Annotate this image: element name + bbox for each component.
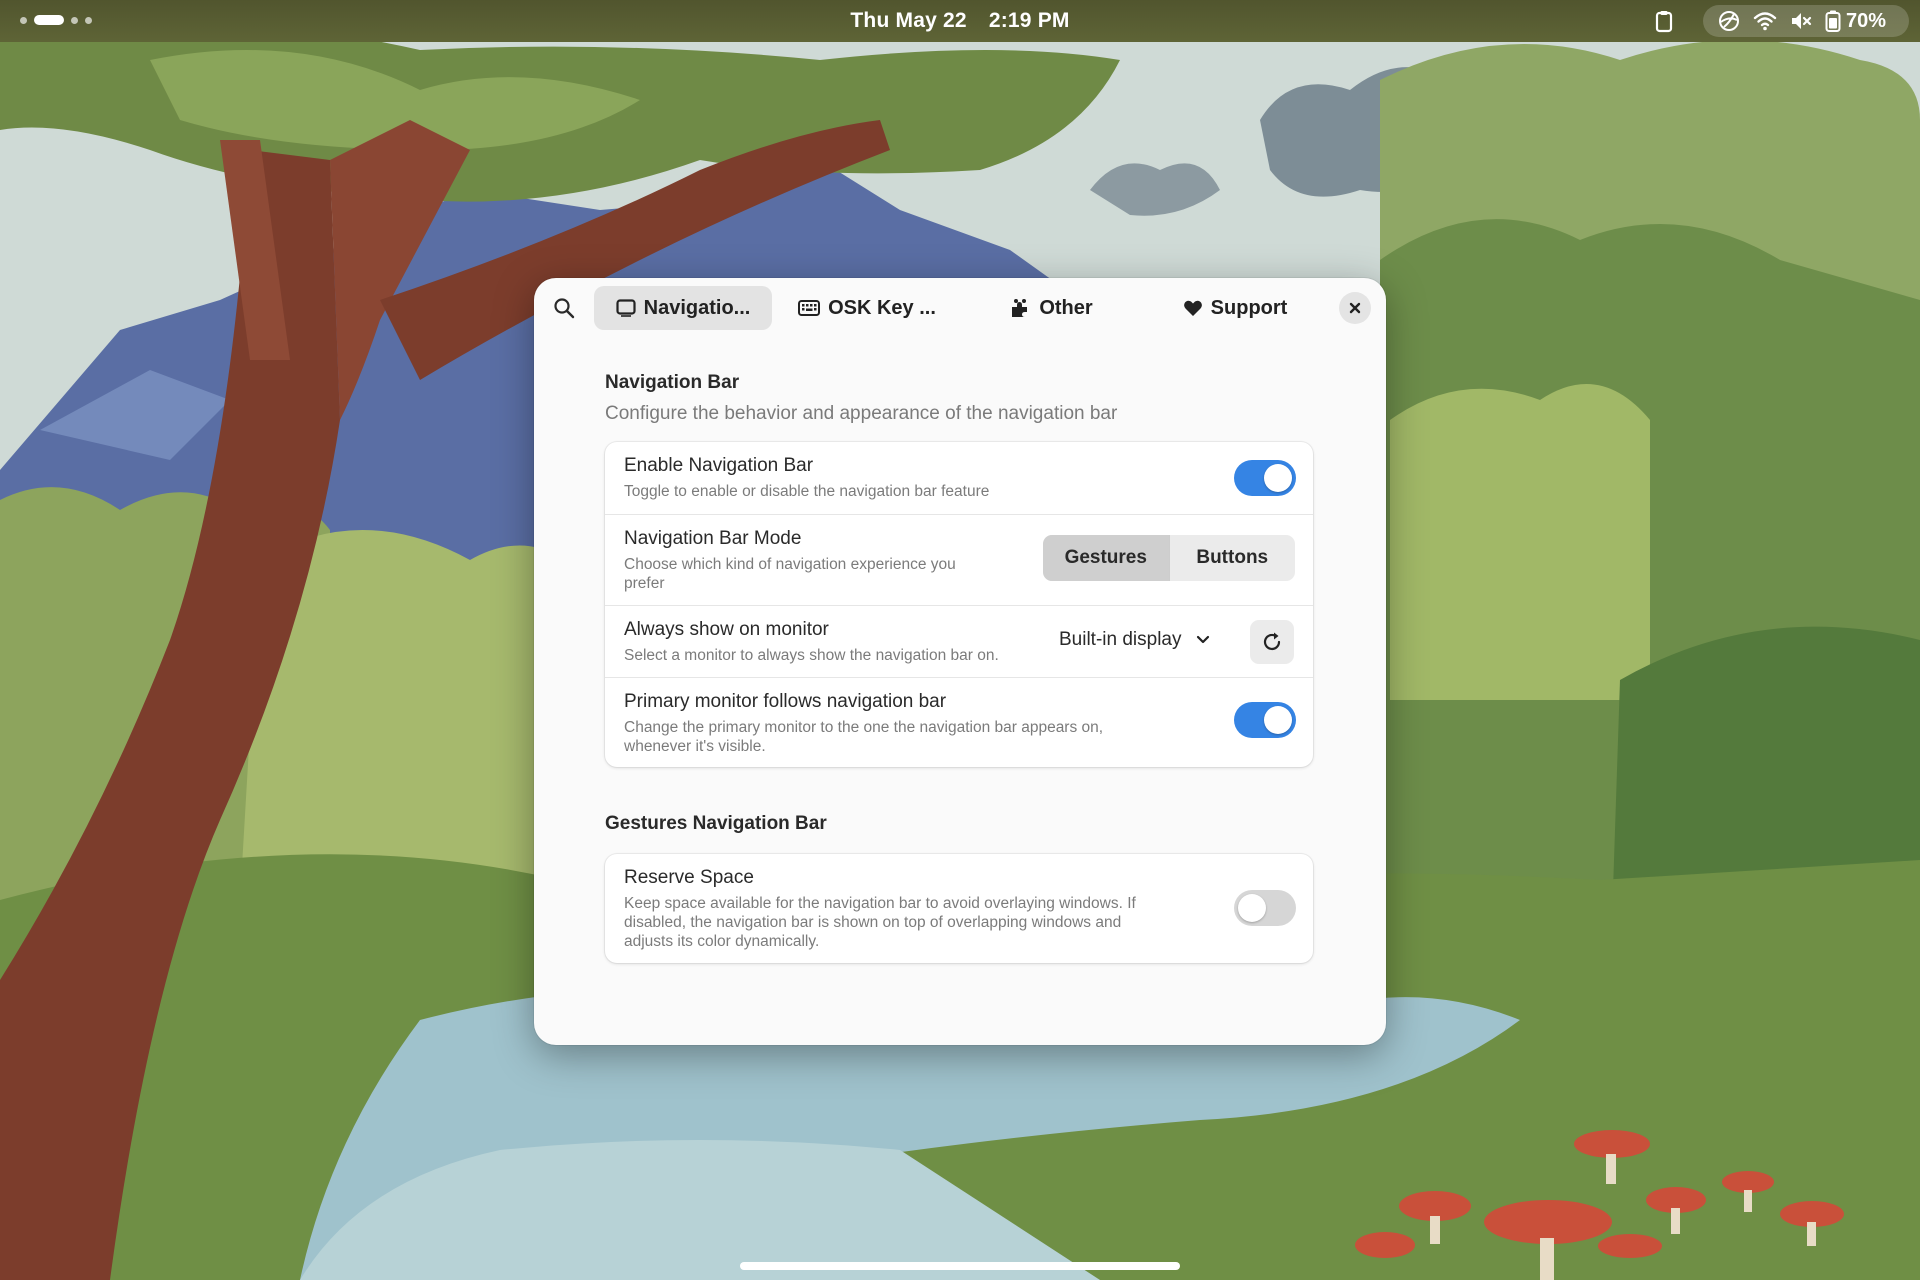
refresh-icon	[1263, 632, 1281, 651]
tab-bar: Navigatio... OSK Key ... Other Support	[534, 278, 1386, 338]
row-always-show-on-monitor: Always show on monitor Select a monitor …	[605, 605, 1313, 678]
row-primary-monitor-follows: Primary monitor follows navigation bar C…	[605, 677, 1313, 768]
switch-knob	[1264, 706, 1292, 734]
row-subtitle: Keep space available for the navigation …	[624, 894, 1136, 951]
navigation-settings-dialog: Navigatio... OSK Key ... Other Support N…	[534, 278, 1386, 1045]
reserve-space-switch[interactable]	[1234, 890, 1296, 926]
primary-monitor-follows-switch[interactable]	[1234, 702, 1296, 738]
section-description: Configure the behavior and appearance of…	[605, 403, 1118, 424]
clipboard-icon[interactable]	[1652, 9, 1676, 33]
row-subtitle: Select a monitor to always show the navi…	[624, 647, 999, 664]
mode-option-buttons[interactable]: Buttons	[1170, 535, 1296, 581]
row-subtitle: Choose which kind of navigation experien…	[624, 555, 956, 593]
monitor-dropdown[interactable]: Built-in display	[1059, 622, 1210, 658]
tab-label: Other	[1039, 296, 1093, 319]
tab-navigation[interactable]: Navigatio...	[594, 286, 772, 330]
tab-label: Navigatio...	[643, 296, 751, 319]
section-title-gestures-navigation-bar: Gestures Navigation Bar	[605, 813, 827, 834]
clock-date: Thu May 22	[850, 9, 967, 32]
switch-knob	[1264, 464, 1292, 492]
search-button[interactable]	[546, 290, 582, 326]
row-subtitle-line: whenever it's visible.	[624, 738, 766, 755]
row-title: Navigation Bar Mode	[624, 528, 802, 549]
row-title: Reserve Space	[624, 867, 754, 888]
row-navigation-bar-mode: Navigation Bar Mode Choose which kind of…	[605, 514, 1313, 606]
row-title: Always show on monitor	[624, 619, 829, 640]
tab-label: Support	[1210, 296, 1288, 319]
clock-time: 2:19 PM	[988, 9, 1070, 32]
navigation-bar-settings-card: Enable Navigation Bar Toggle to enable o…	[605, 442, 1313, 767]
battery-percent: 70%	[1846, 9, 1887, 32]
battery-icon	[1825, 10, 1841, 32]
top-bar: Thu May 22 2:19 PM 70%	[0, 0, 1920, 42]
row-title: Primary monitor follows navigation bar	[624, 691, 947, 712]
refresh-monitors-button[interactable]	[1250, 620, 1294, 664]
wifi-icon	[1753, 12, 1777, 31]
row-subtitle: Change the primary monitor to the one th…	[624, 718, 1103, 756]
mode-option-gestures[interactable]: Gestures	[1043, 535, 1169, 581]
row-title: Enable Navigation Bar	[624, 455, 814, 476]
speaker-muted-icon	[1792, 13, 1812, 29]
navigation-mode-selector: Gestures Buttons	[1043, 535, 1295, 581]
monitor-dropdown-value: Built-in display	[1059, 629, 1182, 650]
row-subtitle-line: Choose which kind of navigation experien…	[624, 556, 956, 573]
row-subtitle-line: adjusts its color dynamically.	[624, 933, 820, 950]
row-subtitle-line: Keep space available for the navigation …	[624, 895, 1136, 912]
tab-other[interactable]: Other	[962, 286, 1140, 330]
home-indicator[interactable]	[740, 1262, 1180, 1270]
system-tray[interactable]: 70%	[1703, 5, 1909, 37]
tab-label: OSK Key ...	[828, 296, 936, 319]
puzzle-icon	[1012, 299, 1028, 317]
heart-icon	[1183, 300, 1202, 316]
row-subtitle-line: disabled, the navigation bar is shown on…	[624, 914, 1122, 931]
tailscale-icon	[1719, 11, 1739, 31]
row-subtitle: Toggle to enable or disable the navigati…	[624, 483, 990, 500]
monitor-icon	[616, 299, 636, 317]
chevron-down-icon	[1196, 635, 1209, 644]
keyboard-icon	[798, 300, 821, 316]
gestures-settings-card: Reserve Space Keep space available for t…	[605, 854, 1313, 963]
clock[interactable]: Thu May 22 2:19 PM	[0, 9, 1920, 33]
search-icon	[554, 298, 575, 319]
switch-knob	[1238, 894, 1266, 922]
row-enable-navigation-bar: Enable Navigation Bar Toggle to enable o…	[605, 442, 1313, 514]
row-subtitle-line: prefer	[624, 575, 665, 592]
row-subtitle-line: Change the primary monitor to the one th…	[624, 719, 1104, 736]
row-reserve-space: Reserve Space Keep space available for t…	[605, 854, 1313, 963]
tab-osk-key[interactable]: OSK Key ...	[778, 286, 956, 330]
section-title-navigation-bar: Navigation Bar	[605, 372, 740, 393]
close-button[interactable]	[1339, 292, 1371, 324]
tab-support[interactable]: Support	[1146, 286, 1324, 330]
close-icon	[1349, 302, 1361, 314]
enable-navigation-bar-switch[interactable]	[1234, 460, 1296, 496]
